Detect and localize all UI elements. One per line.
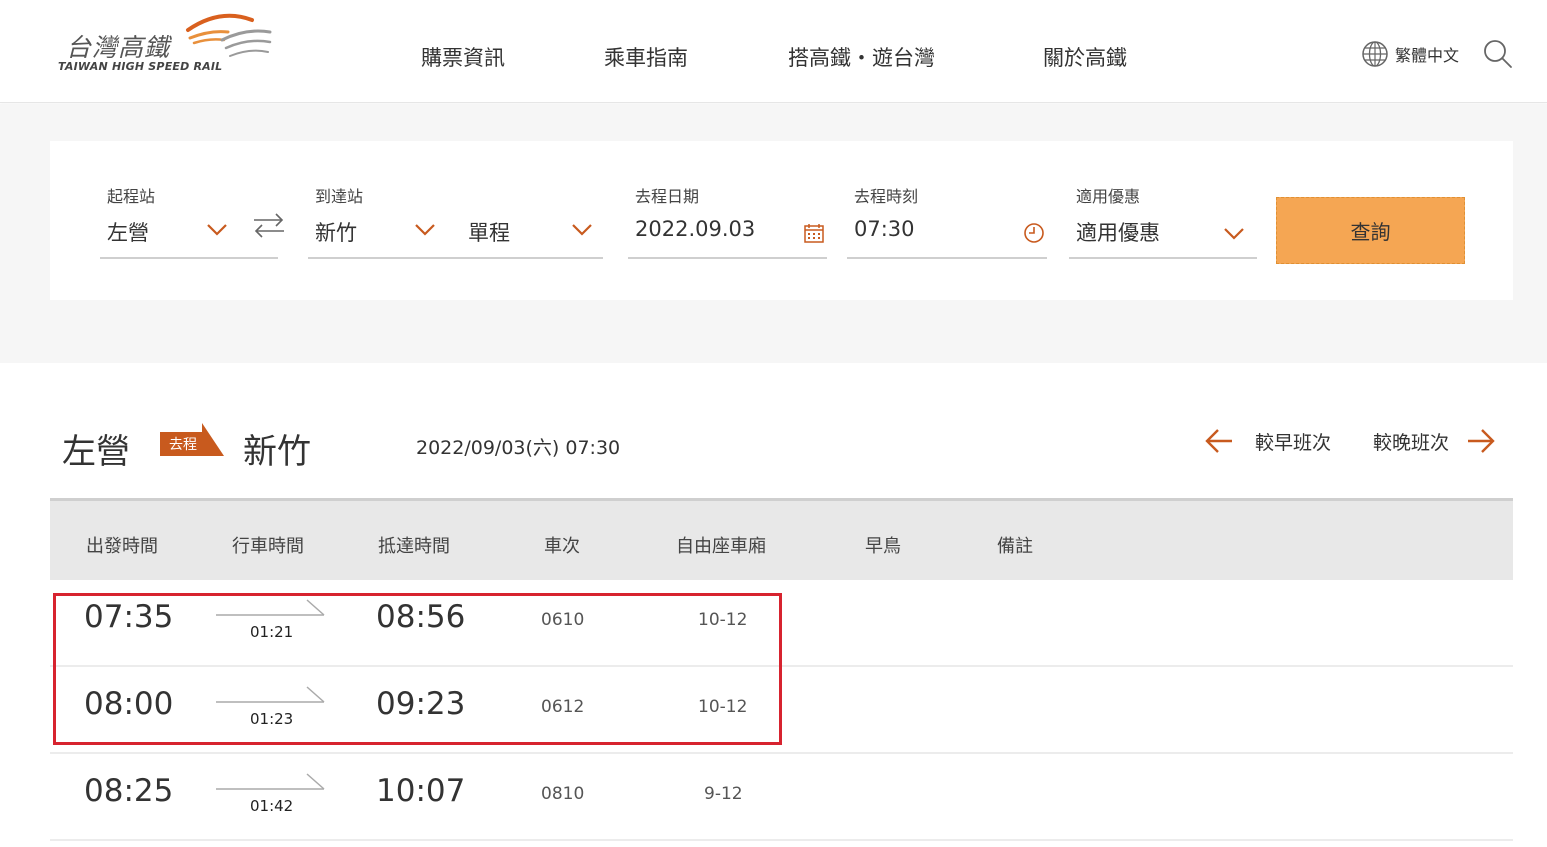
free-seating-cars: 10-12 — [698, 610, 748, 630]
arrow-right-icon — [1468, 429, 1495, 453]
travel-duration: 01:21 — [250, 623, 294, 641]
arrow-left-icon — [1205, 429, 1232, 453]
language-label: 繁體中文 — [1395, 46, 1460, 65]
col-train-no: 車次 — [544, 536, 580, 557]
to-station-value: 新竹 — [315, 221, 357, 245]
travel-duration: 01:42 — [250, 797, 294, 815]
nav-tour-taiwan[interactable]: 搭高鐵・遊台灣 — [788, 42, 935, 72]
departure-time: 08:00 — [84, 686, 174, 722]
clock-icon — [1024, 223, 1044, 243]
train-number: 0612 — [541, 697, 585, 717]
arrival-time: 09:23 — [376, 686, 466, 722]
from-station-label: 起程站 — [107, 187, 156, 206]
chevron-down-icon — [1224, 228, 1244, 240]
discount-label: 適用優惠 — [1076, 187, 1141, 206]
result-to-station: 新竹 — [243, 432, 311, 472]
train-row[interactable]: 07:35 01:21 08:56 0610 10-12 — [50, 581, 1513, 667]
earlier-trains-label: 較早班次 — [1255, 431, 1332, 454]
chevron-down-icon — [415, 224, 435, 236]
time-label: 去程時刻 — [854, 187, 919, 206]
site-header: 台灣高鐵 TAIWAN HIGH SPEED RAIL 購票資訊 乘車指南 搭高… — [0, 0, 1547, 103]
arrival-time: 10:07 — [376, 773, 466, 809]
date-label: 去程日期 — [635, 187, 700, 206]
to-station-label: 到達站 — [315, 187, 364, 206]
col-departure: 出發時間 — [86, 536, 158, 557]
logo-chinese-text: 台灣高鐵 — [66, 33, 171, 62]
later-trains-label: 較晚班次 — [1373, 431, 1450, 454]
train-number: 0810 — [541, 784, 585, 804]
earlier-trains-button[interactable]: 較早班次 — [1205, 426, 1331, 456]
calendar-icon — [804, 224, 824, 243]
result-datetime: 2022/09/03(六) 07:30 — [416, 437, 621, 459]
trip-type-value: 單程 — [468, 221, 510, 245]
search-icon[interactable] — [1483, 39, 1513, 69]
travel-duration: 01:23 — [250, 710, 294, 728]
free-seating-cars: 9-12 — [704, 784, 743, 804]
to-station-select[interactable]: 新竹 — [308, 209, 486, 259]
departure-time: 08:25 — [84, 773, 174, 809]
search-section: 起程站 左營 到達站 新竹 單程 去程日期 2022.09.03 去程時刻 07… — [0, 104, 1547, 363]
from-station-value: 左營 — [107, 221, 149, 245]
arrival-time: 08:56 — [376, 599, 466, 635]
chevron-down-icon — [207, 224, 227, 236]
date-picker[interactable]: 2022.09.03 — [628, 209, 827, 259]
logo-swoosh-icon — [186, 13, 272, 57]
timetable-header: 出發時間 行車時間 抵達時間 車次 自由座車廂 早鳥 備註 — [50, 498, 1513, 580]
result-from-station: 左營 — [62, 432, 130, 472]
duration-arrow-icon — [216, 599, 325, 616]
time-value: 07:30 — [854, 217, 915, 241]
free-seating-cars: 10-12 — [698, 697, 748, 717]
nav-about-thsr[interactable]: 關於高鐵 — [1043, 42, 1127, 72]
col-arrival: 抵達時間 — [378, 536, 450, 557]
chevron-down-icon — [572, 224, 592, 236]
col-notes: 備註 — [997, 536, 1033, 557]
search-form: 起程站 左營 到達站 新竹 單程 去程日期 2022.09.03 去程時刻 07… — [50, 141, 1513, 300]
nav-travel-guide[interactable]: 乘車指南 — [604, 42, 688, 72]
language-selector[interactable]: 繁體中文 — [1361, 40, 1459, 68]
nav-ticket-info[interactable]: 購票資訊 — [421, 42, 505, 72]
col-free-seating: 自由座車廂 — [676, 536, 766, 557]
trip-type-select[interactable]: 單程 — [461, 209, 603, 259]
query-button[interactable]: 查詢 — [1276, 197, 1465, 264]
duration-arrow-icon — [216, 686, 325, 703]
duration-arrow-icon — [216, 773, 325, 790]
globe-icon — [1362, 41, 1388, 67]
train-row[interactable]: 08:25 01:42 10:07 0810 9-12 — [50, 755, 1513, 841]
later-trains-button[interactable]: 較晚班次 — [1373, 426, 1495, 456]
departure-time: 07:35 — [84, 599, 174, 635]
col-early-bird: 早鳥 — [865, 536, 901, 557]
col-duration: 行車時間 — [232, 536, 304, 557]
trip-direction-label: 去程 — [169, 437, 197, 453]
train-row[interactable]: 08:00 01:23 09:23 0612 10-12 — [50, 668, 1513, 754]
thsr-logo[interactable]: 台灣高鐵 TAIWAN HIGH SPEED RAIL — [58, 10, 278, 80]
train-number: 0610 — [541, 610, 585, 630]
swap-stations-icon[interactable] — [252, 211, 286, 239]
date-value: 2022.09.03 — [635, 217, 756, 241]
time-picker[interactable]: 07:30 — [847, 209, 1047, 259]
discount-select[interactable]: 適用優惠 — [1069, 209, 1257, 259]
discount-value: 適用優惠 — [1076, 221, 1160, 245]
